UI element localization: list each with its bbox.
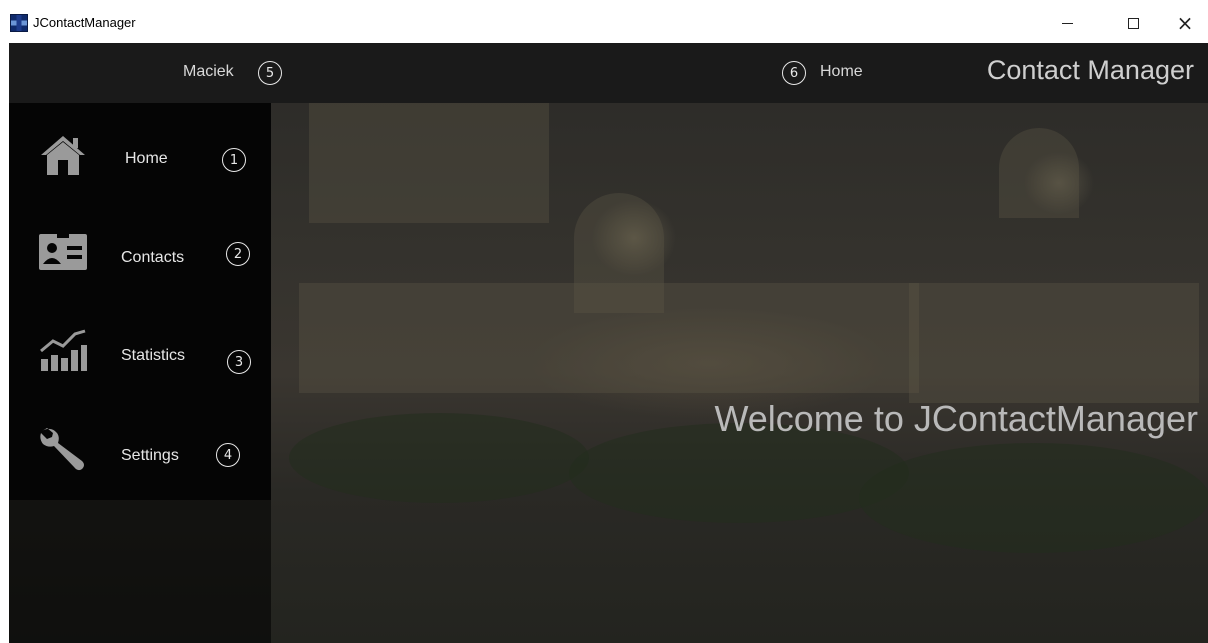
close-button[interactable]: × xyxy=(1162,8,1208,38)
app-content: Maciek 5 6 Home Contact Manager Home 1 C… xyxy=(9,43,1208,643)
breadcrumb: Home xyxy=(820,63,863,80)
sidebar-item-label: Home xyxy=(125,150,168,167)
top-bar: Maciek 5 6 Home Contact Manager xyxy=(9,43,1208,103)
close-icon: × xyxy=(1176,11,1194,35)
background-building xyxy=(909,283,1199,403)
background-tree xyxy=(859,443,1208,553)
callout-badge: 1 xyxy=(222,148,246,172)
wrench-icon xyxy=(40,428,84,471)
window-title: JContactManager xyxy=(33,15,136,30)
sidebar-item-settings[interactable]: Settings 4 xyxy=(9,397,271,495)
welcome-message: Welcome to JContactManager xyxy=(714,398,1198,439)
user-name[interactable]: Maciek xyxy=(183,63,234,81)
background-building xyxy=(309,103,549,223)
sidebar-item-label: Statistics xyxy=(121,347,186,364)
window-titlebar: JContactManager × xyxy=(0,0,1208,42)
sidebar-item-home[interactable]: Home 1 xyxy=(9,103,271,201)
sidebar: Home 1 Contacts 2 Statistics 3 Settings … xyxy=(9,103,271,643)
app-logo-icon xyxy=(10,14,28,32)
background-building xyxy=(574,193,664,313)
sidebar-menu: Home 1 Contacts 2 Statistics 3 Settings … xyxy=(9,103,271,500)
callout-badge: 5 xyxy=(258,61,282,85)
callout-badge: 6 xyxy=(782,61,806,85)
sidebar-item-label: Contacts xyxy=(121,249,185,266)
callout-badge: 4 xyxy=(216,443,240,467)
statistics-icon xyxy=(40,329,87,371)
background-building xyxy=(999,128,1079,218)
minimize-icon xyxy=(1061,22,1073,24)
sidebar-item-contacts[interactable]: Contacts 2 xyxy=(9,201,271,299)
home-icon xyxy=(41,136,85,175)
sidebar-item-statistics[interactable]: Statistics 3 xyxy=(9,299,271,397)
minimize-button[interactable] xyxy=(1044,8,1090,38)
contact-card-icon xyxy=(39,234,87,270)
maximize-icon xyxy=(1127,17,1139,29)
sidebar-item-label: Settings xyxy=(121,447,179,464)
page-title: Contact Manager xyxy=(986,55,1194,85)
callout-badge: 2 xyxy=(226,242,250,266)
callout-badge: 3 xyxy=(227,350,251,374)
maximize-button[interactable] xyxy=(1110,8,1156,38)
background-tree xyxy=(289,413,589,503)
